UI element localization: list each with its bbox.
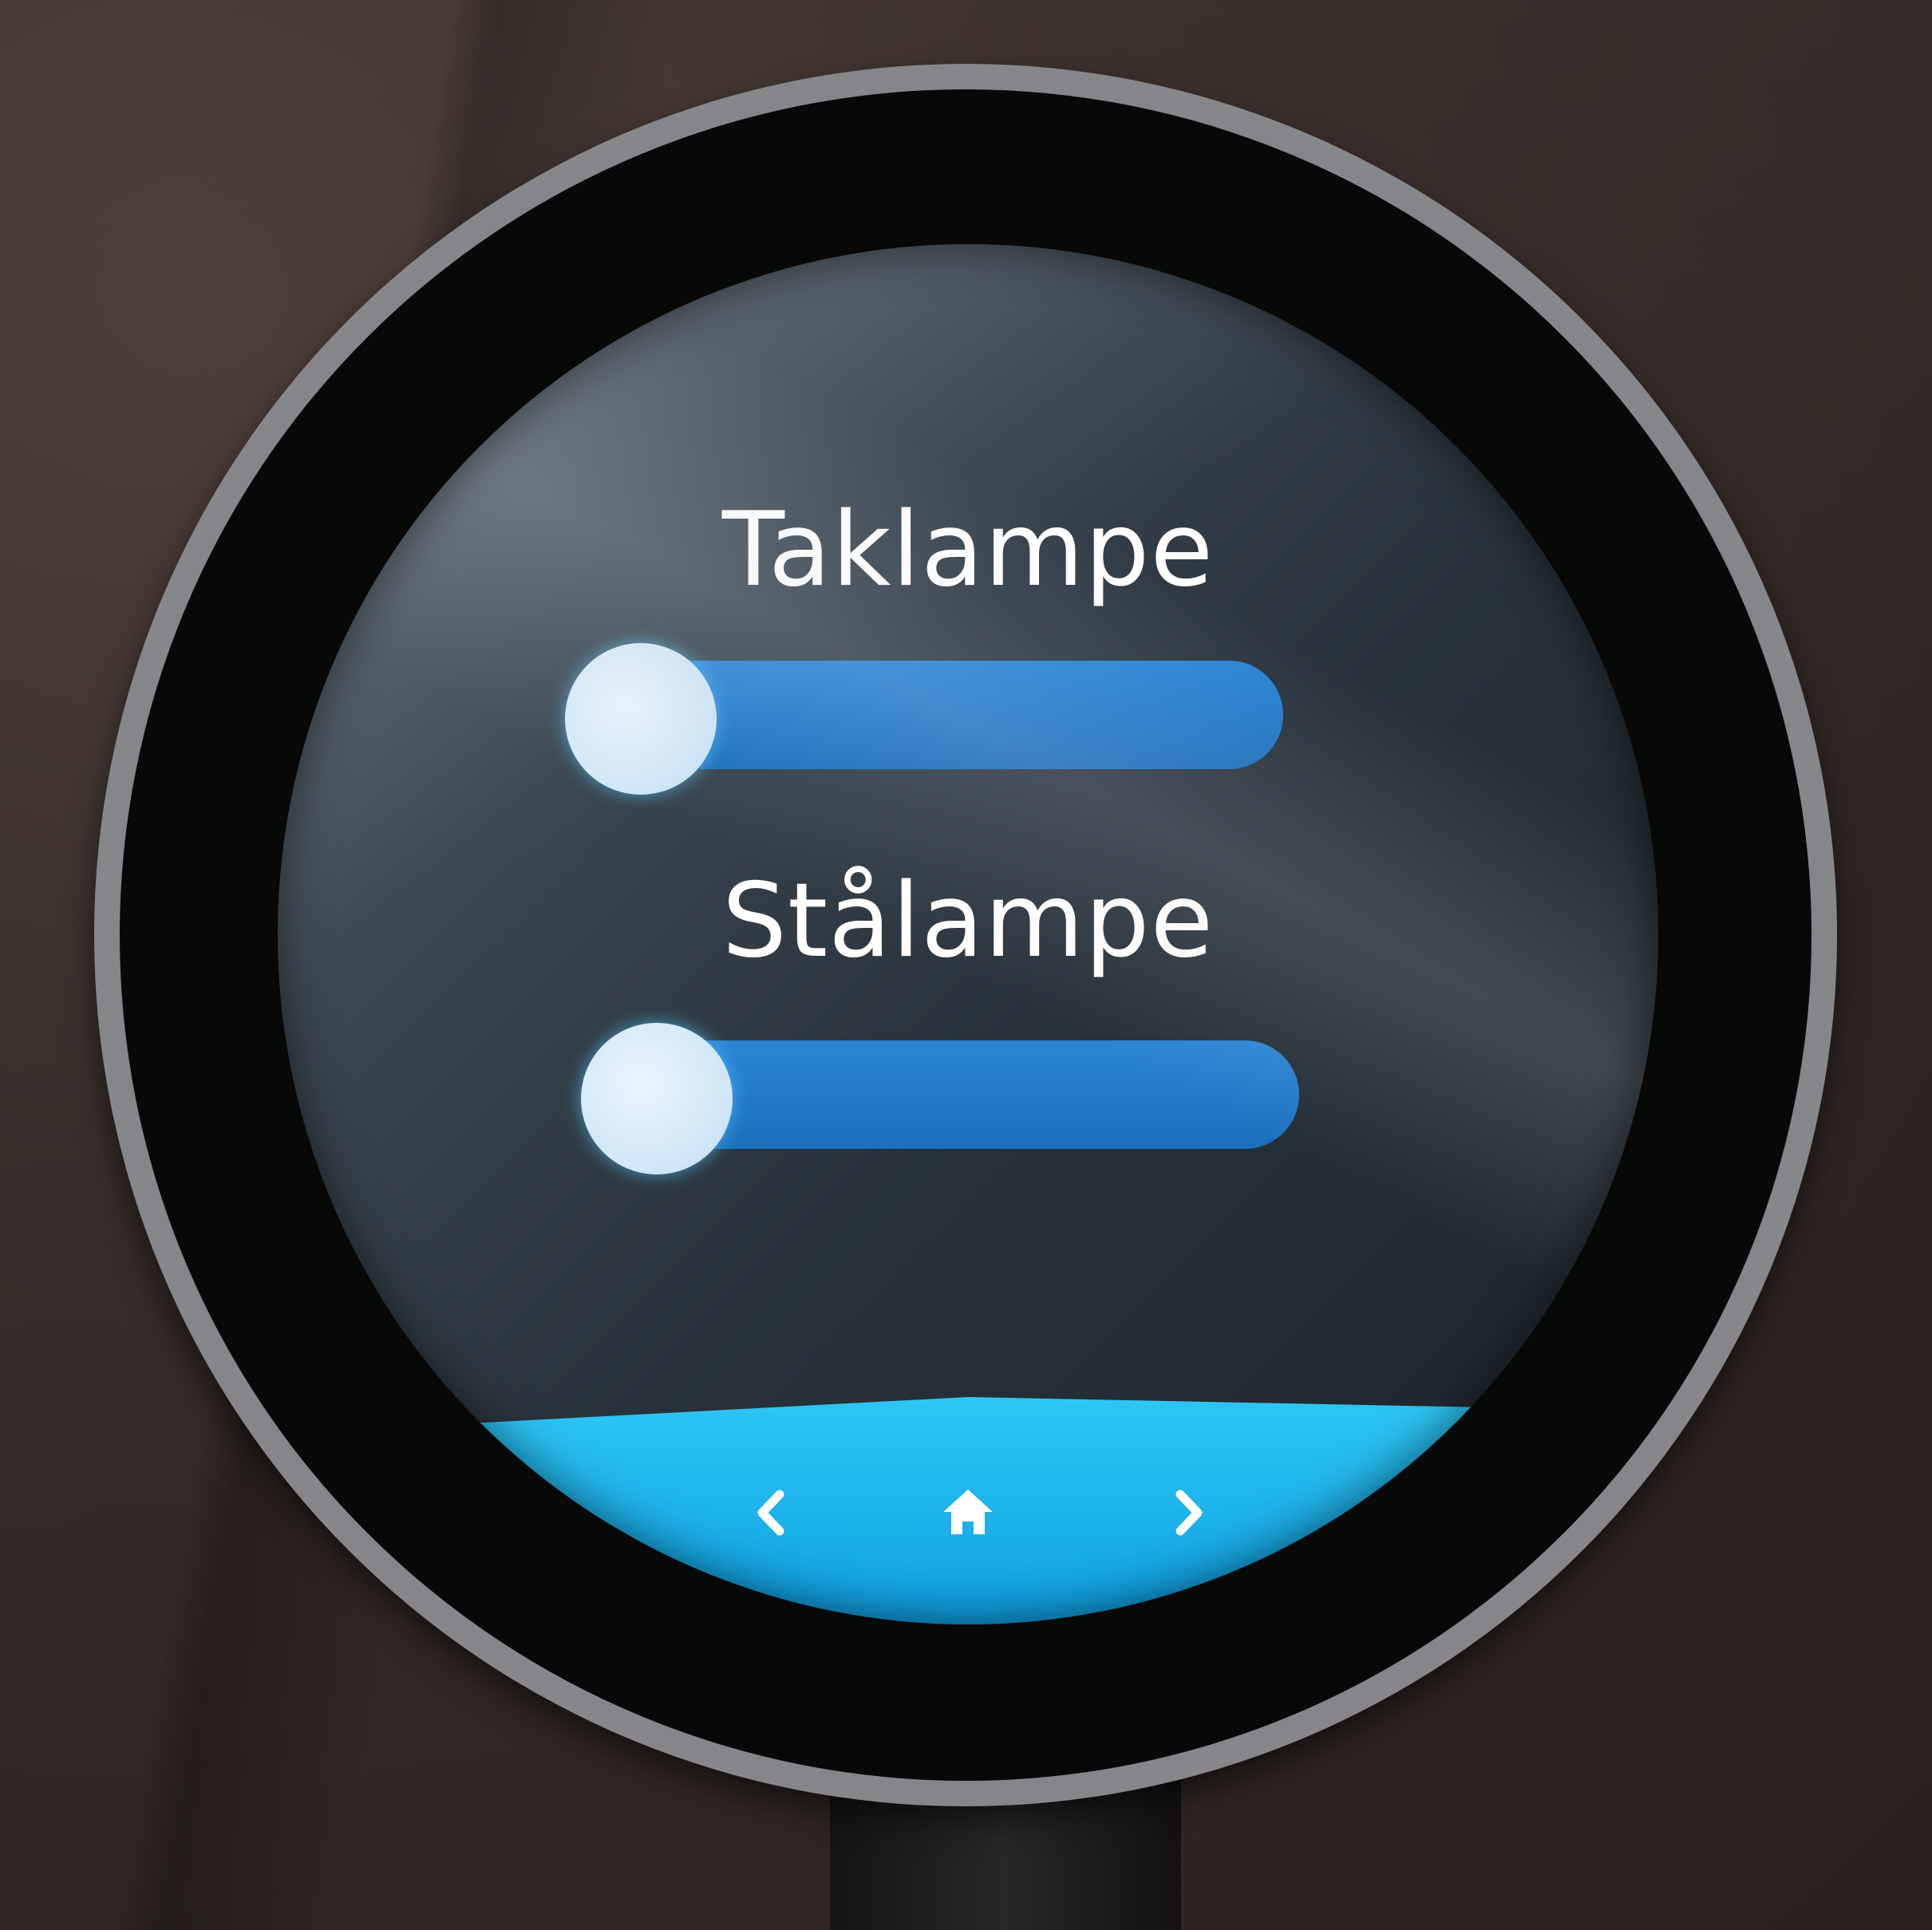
slider-knob[interactable]: [581, 1023, 733, 1174]
control-label-taklampe: Taklampe: [721, 491, 1215, 610]
home-button[interactable]: [932, 1477, 1004, 1549]
chevron-left-icon: [757, 1490, 784, 1536]
next-page-button[interactable]: [1152, 1477, 1223, 1549]
round-touchscreen: Taklampe Stålampe: [278, 244, 1658, 1624]
brightness-slider-taklampe[interactable]: [565, 643, 1299, 795]
control-label-stalampe: Stålampe: [721, 862, 1215, 981]
chevron-right-icon: [1175, 1490, 1203, 1536]
brightness-slider-stalampe[interactable]: [581, 1023, 1315, 1174]
home-icon: [943, 1490, 993, 1534]
slider-knob[interactable]: [565, 643, 717, 795]
prev-page-button[interactable]: [737, 1477, 808, 1549]
